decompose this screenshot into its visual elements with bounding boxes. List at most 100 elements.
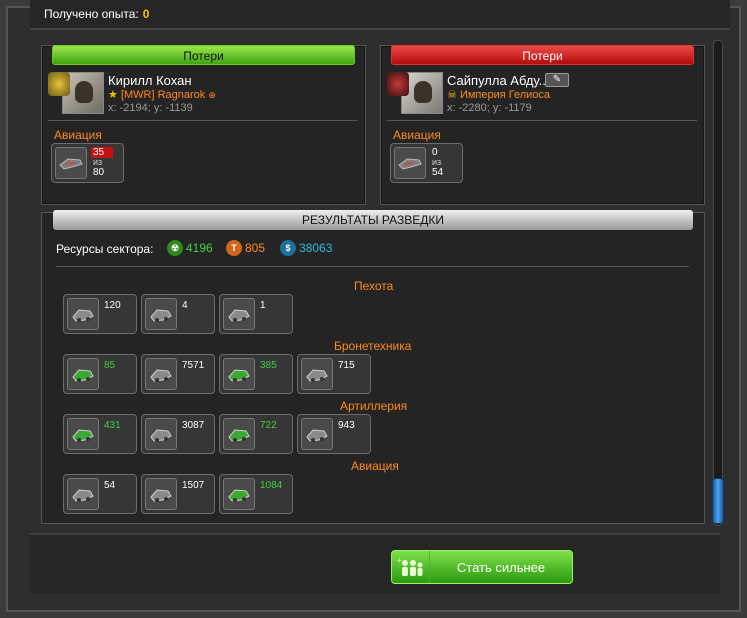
rank-badge-icon — [48, 72, 70, 96]
aircraft-icon — [55, 147, 87, 179]
unit-card[interactable]: 85 — [63, 354, 137, 394]
unit-count: 722 — [260, 420, 277, 431]
category-label: Авиация — [351, 459, 399, 473]
alliance-info-icon: ⊕ — [208, 90, 216, 100]
attacker-section-label: Авиация — [54, 128, 102, 142]
category-label: Артиллерия — [340, 399, 408, 413]
mech-icon — [223, 298, 255, 330]
mech-icon — [223, 418, 255, 450]
defender-losses-header: Потери — [391, 45, 694, 65]
defender-unit-card[interactable]: 0 из 54 — [390, 143, 463, 183]
unit-card[interactable]: 722 — [219, 414, 293, 454]
unit-card[interactable]: 431 — [63, 414, 137, 454]
trooper-icon — [67, 478, 99, 510]
star-icon: ★ — [108, 89, 118, 101]
unit-card[interactable]: 4 — [141, 294, 215, 334]
experience-value: 0 — [142, 7, 150, 21]
aircraft-icon — [394, 147, 426, 179]
drone-icon — [145, 358, 177, 390]
resource-radiation: ☢ 4196 — [167, 239, 213, 257]
attacker-unit-card[interactable]: 35 из 80 — [51, 143, 124, 183]
mech-icon — [223, 478, 255, 510]
unit-card[interactable]: 1084 — [219, 474, 293, 514]
unit-count: 120 — [104, 300, 121, 311]
unit-card[interactable]: 385 — [219, 354, 293, 394]
defender-coords: x: -2280; y: -1179 — [447, 102, 532, 114]
experience-label: Получено опыта: — [44, 7, 139, 21]
experience-text: Получено опыта: 0 — [44, 7, 149, 21]
unit-card[interactable]: 7571 — [141, 354, 215, 394]
defender-section-label: Авиация — [393, 128, 441, 142]
unit-count: 715 — [338, 360, 355, 371]
unit-count: 3087 — [182, 420, 205, 431]
trooper-icon — [67, 298, 99, 330]
unit-count: 431 — [104, 420, 121, 431]
resource-credits: $38063 — [280, 239, 332, 257]
drone-icon — [145, 478, 177, 510]
unit-count: 7571 — [182, 360, 205, 371]
svg-text:+: + — [397, 556, 402, 565]
become-stronger-label: Стать сильнее — [456, 559, 546, 575]
unit-card[interactable]: 943 — [297, 414, 371, 454]
divider — [48, 120, 358, 121]
of-label: из — [93, 157, 103, 167]
unit-card[interactable]: 1 — [219, 294, 293, 334]
experience-bar: Получено опыта: 0 — [30, 0, 730, 30]
intel-panel: РЕЗУЛЬТАТЫ РАЗВЕДКИ Ресурсы сектора: ☢ 41… — [41, 210, 705, 524]
titanium-icon: T — [226, 240, 242, 256]
attacker-coords: x: -2194; y: -1139 — [108, 102, 193, 114]
attacker-alliance-label: [MWR] Ragnarok — [120, 89, 206, 101]
unit-count: 85 — [104, 360, 116, 371]
intel-title: РЕЗУЛЬТАТЫ РАЗВЕДКИ — [53, 210, 693, 230]
divider — [387, 120, 697, 121]
credits-icon: $ — [280, 240, 296, 256]
unit-count: 385 — [260, 360, 277, 371]
resource-titanium: T 805 — [226, 239, 265, 257]
radiation-icon: ☢ — [167, 240, 183, 256]
attacker-losses-header: Потери — [52, 45, 355, 65]
defender-name[interactable]: Сайпулла Абду... — [447, 73, 549, 88]
resource-value: 4196 — [186, 241, 213, 255]
become-stronger-button[interactable]: + Стать сильнее — [391, 550, 573, 584]
trooper-icon — [67, 358, 99, 390]
drone-icon — [145, 298, 177, 330]
attacker-total-count: 80 — [93, 167, 105, 178]
drone-icon — [145, 418, 177, 450]
resources-label: Ресурсы сектора: — [56, 242, 154, 256]
defender-losses-panel: Потери Сайпулла Абду... ✎ ☠ Империя Гели… — [380, 45, 705, 205]
upgrade-people-icon: + — [392, 551, 430, 583]
mech-icon — [223, 358, 255, 390]
unit-card[interactable]: 54 — [63, 474, 137, 514]
attacker-alliance[interactable]: ★ [MWR] Ragnarok ⊕ — [108, 88, 216, 101]
unit-card[interactable]: 3087 — [141, 414, 215, 454]
skull-icon: ☠ — [447, 89, 457, 101]
category-label: Бронетехника — [334, 339, 412, 353]
resource-value: 805 — [245, 241, 266, 255]
trooper-icon — [67, 418, 99, 450]
defender-total-count: 54 — [432, 167, 444, 178]
unit-count: 1 — [260, 300, 266, 311]
scrollbar-track[interactable] — [713, 40, 723, 526]
unit-count: 4 — [182, 300, 188, 311]
unit-count: 1507 — [182, 480, 205, 491]
tank-icon — [301, 358, 333, 390]
unit-card[interactable]: 1507 — [141, 474, 215, 514]
category-label: Пехота — [354, 279, 394, 293]
tank-icon — [301, 418, 333, 450]
defender-alliance[interactable]: ☠ Империя Гелиоса — [447, 88, 550, 101]
scrollbar-thumb[interactable] — [712, 478, 724, 524]
attacker-avatar[interactable] — [48, 72, 106, 114]
footer-bar — [30, 533, 720, 593]
defender-alliance-label: Империя Гелиоса — [459, 89, 551, 101]
unit-card[interactable]: 715 — [297, 354, 371, 394]
edit-pencil-icon[interactable]: ✎ — [545, 73, 569, 87]
unit-count: 943 — [338, 420, 355, 431]
divider — [56, 266, 689, 267]
attacker-name[interactable]: Кирилл Кохан — [108, 73, 192, 88]
resource-value: 38063 — [299, 241, 333, 255]
defender-avatar[interactable] — [387, 72, 445, 114]
attacker-losses-panel: Потери Кирилл Кохан ★ [MWR] Ragnarok ⊕ x… — [41, 45, 366, 205]
unit-card[interactable]: 120 — [63, 294, 137, 334]
unit-count: 1084 — [260, 480, 283, 491]
of-label: из — [432, 157, 442, 167]
